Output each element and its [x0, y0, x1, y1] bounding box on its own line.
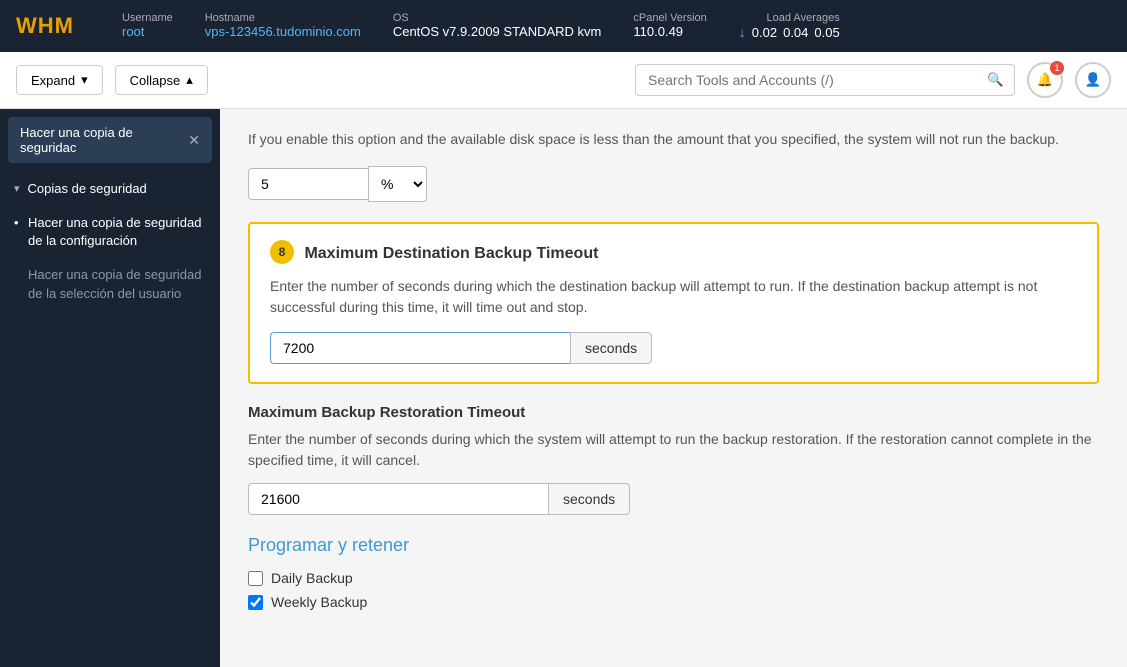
- restore-input-row: seconds: [248, 483, 1099, 515]
- load-values: ↓ 0.02 0.04 0.05: [739, 24, 840, 40]
- sidebar-section-copias: ▾ Copias de seguridad Hacer una copia de…: [0, 171, 220, 311]
- max-dest-section: 8 Maximum Destination Backup Timeout Ent…: [248, 222, 1099, 384]
- max-restore-title: Maximum Backup Restoration Timeout: [248, 404, 1099, 421]
- max-dest-title: 8 Maximum Destination Backup Timeout: [270, 242, 1077, 266]
- weekly-backup-row: Weekly Backup: [248, 594, 1099, 610]
- top-header: WHM Username root Hostname vps-123456.tu…: [0, 0, 1127, 52]
- max-restore-section: Maximum Backup Restoration Timeout Enter…: [248, 404, 1099, 515]
- schedule-section: Programar y retener Daily Backup Weekly …: [248, 535, 1099, 610]
- load-averages: Load Averages ↓ 0.02 0.04 0.05: [739, 12, 840, 40]
- daily-backup-checkbox[interactable]: [248, 571, 263, 586]
- expand-label: Expand: [31, 73, 75, 88]
- sidebar-section-header[interactable]: ▾ Copias de seguridad: [0, 171, 220, 206]
- hostname-value: vps-123456.tudominio.com: [205, 24, 361, 39]
- os-label: OS: [393, 12, 602, 24]
- header-username: Username root: [122, 12, 173, 40]
- search-icon: 🔍: [987, 72, 1004, 87]
- notification-button[interactable]: 🔔 1: [1027, 62, 1063, 98]
- sidebar: Hacer una copia de seguridac ✕ ▾ Copias …: [0, 109, 220, 667]
- weekly-backup-checkbox[interactable]: [248, 595, 263, 610]
- header-info: Username root Hostname vps-123456.tudomi…: [122, 12, 1111, 40]
- os-value: CentOS v7.9.2009 STANDARD kvm: [393, 24, 602, 39]
- pct-select[interactable]: % MB GB: [368, 166, 427, 202]
- search-bar: 🔍: [635, 64, 1015, 96]
- max-restore-desc: Enter the number of seconds during which…: [248, 429, 1099, 471]
- sidebar-item-config-backup[interactable]: Hacer una copia de seguridad de la confi…: [0, 206, 220, 258]
- notification-badge: 1: [1050, 61, 1064, 75]
- expand-button[interactable]: Expand ▾: [16, 65, 103, 95]
- expand-icon: ▾: [81, 72, 88, 88]
- step-badge: 8: [270, 240, 294, 264]
- hostname-label: Hostname: [205, 12, 361, 24]
- collapse-button[interactable]: Collapse ▴: [115, 65, 208, 95]
- daily-backup-label: Daily Backup: [271, 570, 353, 586]
- username-value: root: [122, 24, 173, 39]
- content-area: If you enable this option and the availa…: [220, 109, 1127, 667]
- sidebar-section-label: Copias de seguridad: [28, 181, 147, 196]
- username-label: Username: [122, 12, 173, 24]
- schedule-title: Programar y retener: [248, 535, 1099, 556]
- daily-backup-row: Daily Backup: [248, 570, 1099, 586]
- timeout-input[interactable]: [270, 332, 570, 364]
- timeout-input-row: seconds: [270, 332, 1077, 364]
- whm-logo-text: WHM: [16, 13, 74, 38]
- search-input[interactable]: [636, 65, 977, 95]
- load-val2: 0.04: [783, 25, 808, 40]
- bell-icon: 🔔: [1037, 72, 1054, 88]
- sidebar-item-user-backup-label: Hacer una copia de seguridad de la selec…: [28, 267, 201, 300]
- header-os: OS CentOS v7.9.2009 STANDARD kvm: [393, 12, 602, 40]
- pct-input[interactable]: [248, 168, 368, 200]
- cpanel-version-label: cPanel Version: [633, 12, 706, 24]
- load-averages-label: Load Averages: [767, 12, 840, 24]
- sidebar-item-user-backup[interactable]: Hacer una copia de seguridad de la selec…: [0, 258, 220, 310]
- weekly-backup-label: Weekly Backup: [271, 594, 367, 610]
- search-button[interactable]: 🔍: [977, 66, 1014, 94]
- toolbar-row: Expand ▾ Collapse ▴ 🔍 🔔 1 👤: [0, 52, 1127, 109]
- info-text: If you enable this option and the availa…: [248, 129, 1099, 150]
- load-val3: 0.05: [814, 25, 839, 40]
- chevron-down-icon: ▾: [14, 182, 20, 195]
- sidebar-search-item: Hacer una copia de seguridac ✕: [8, 117, 212, 163]
- user-icon: 👤: [1085, 72, 1102, 88]
- sidebar-item-config-backup-label: Hacer una copia de seguridad de la confi…: [28, 215, 201, 248]
- user-button[interactable]: 👤: [1075, 62, 1111, 98]
- down-arrow-icon: ↓: [739, 24, 746, 40]
- header-hostname: Hostname vps-123456.tudominio.com: [205, 12, 361, 40]
- sidebar-search-close[interactable]: ✕: [188, 132, 200, 149]
- restore-timeout-input[interactable]: [248, 483, 548, 515]
- max-dest-title-text: Maximum Destination Backup Timeout: [304, 245, 598, 262]
- header-cpanel-version: cPanel Version 110.0.49: [633, 12, 706, 40]
- cpanel-version-value: 110.0.49: [633, 24, 706, 39]
- max-dest-desc: Enter the number of seconds during which…: [270, 276, 1077, 318]
- pct-row: % MB GB: [248, 166, 1099, 202]
- collapse-label: Collapse: [130, 73, 181, 88]
- seconds-label: seconds: [570, 332, 652, 364]
- restore-seconds-label: seconds: [548, 483, 630, 515]
- load-val1: 0.02: [752, 25, 777, 40]
- main-layout: Hacer una copia de seguridac ✕ ▾ Copias …: [0, 109, 1127, 667]
- whm-logo: WHM: [16, 13, 74, 39]
- collapse-icon: ▴: [186, 72, 193, 88]
- sidebar-search-label: Hacer una copia de seguridac: [20, 125, 188, 155]
